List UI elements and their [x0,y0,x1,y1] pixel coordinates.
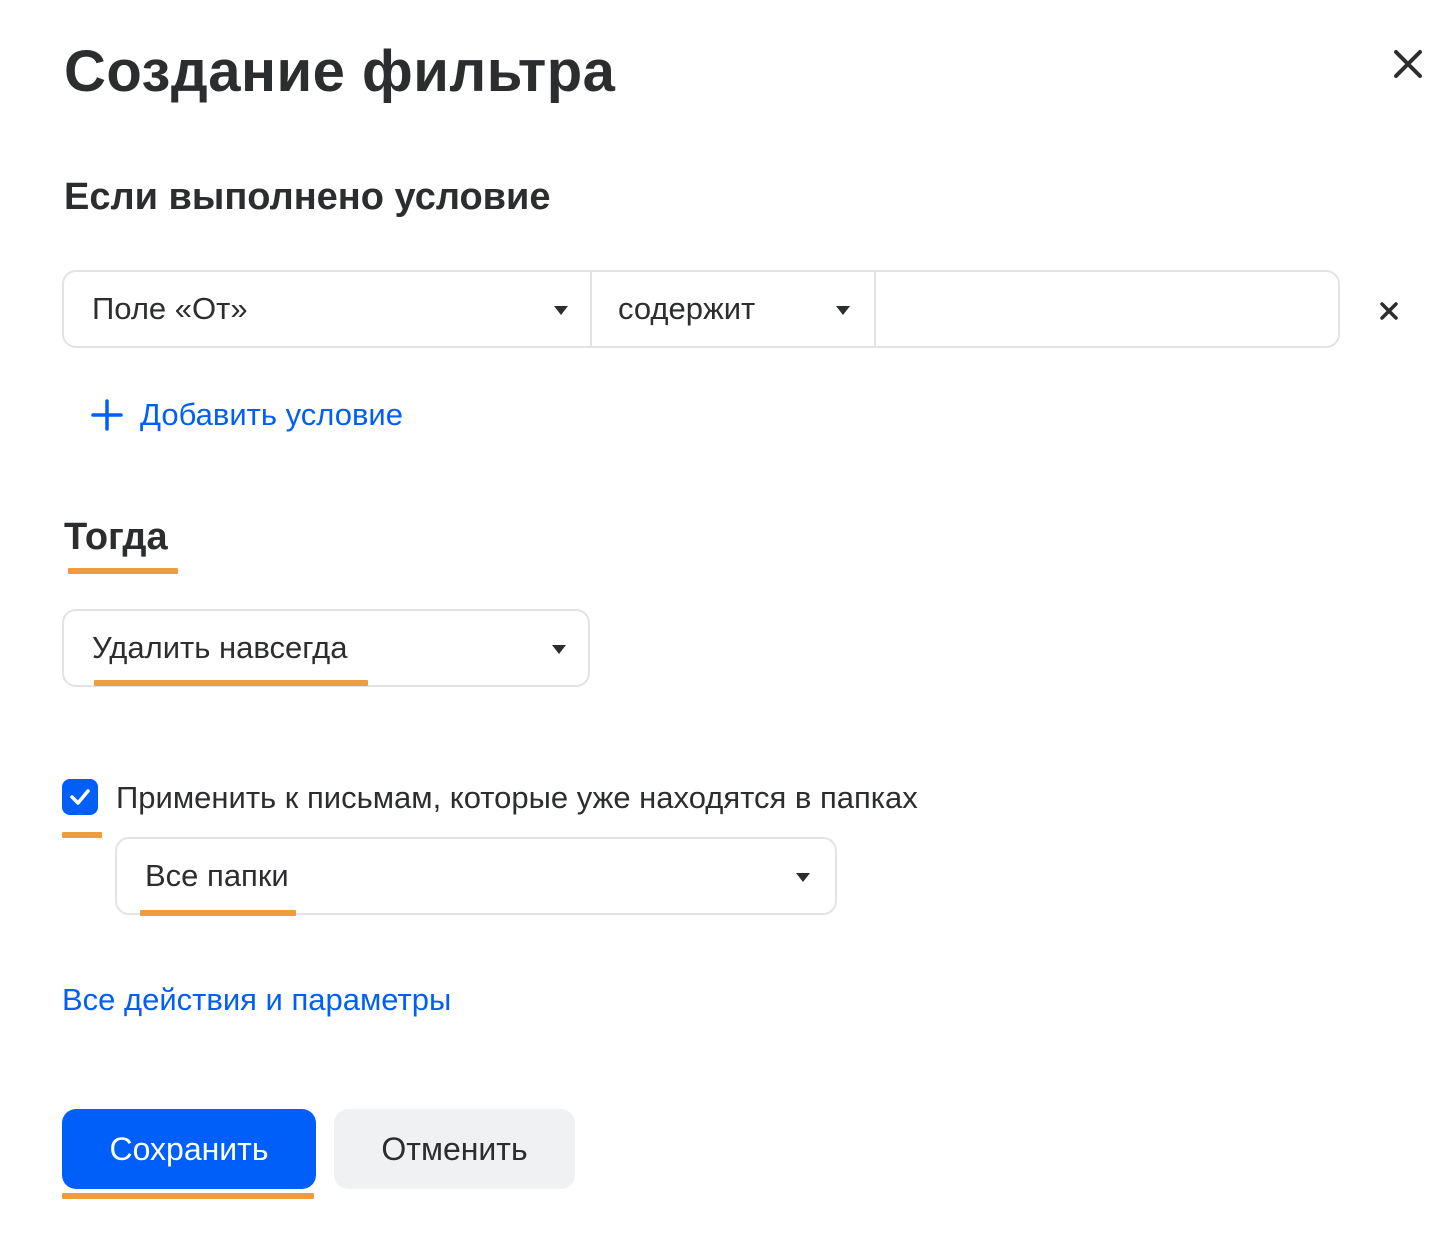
all-actions-link[interactable]: Все действия и параметры [62,980,451,1020]
condition-value-input[interactable] [876,272,1338,346]
save-button[interactable]: Сохранить [62,1109,316,1189]
chevron-down-icon [836,306,850,315]
close-icon[interactable] [1384,40,1432,88]
close-button[interactable] [1384,40,1432,88]
highlight-underline [140,910,296,916]
highlight-underline [62,1193,314,1199]
highlight-underline [62,832,102,838]
dialog-title: Создание фильтра [64,39,616,104]
highlight-underline [94,680,368,686]
highlight-underline [68,568,178,574]
apply-existing-checkbox[interactable] [62,779,98,815]
condition-field-select[interactable]: Поле «От» [64,272,592,346]
actions-heading: Тогда [64,516,168,558]
condition-value-cell [876,272,1338,346]
add-condition-button[interactable]: Добавить условие [88,390,403,440]
checkmark-icon [70,789,90,805]
conditions-heading: Если выполнено условие [64,176,551,218]
cancel-button[interactable]: Отменить [334,1109,575,1189]
chevron-down-icon [552,645,566,654]
folder-select-value: Все папки [145,858,289,893]
chevron-down-icon [554,306,568,315]
plus-icon [91,399,123,431]
chevron-down-icon [796,873,810,882]
condition-operator-value: содержит [618,291,756,326]
close-small-icon[interactable] [1374,296,1404,326]
add-condition-label: Добавить условие [140,397,403,432]
condition-field-value: Поле «От» [92,291,248,326]
remove-condition-button[interactable] [1374,296,1404,326]
condition-row: Поле «От» содержит [62,270,1340,348]
apply-existing-label[interactable]: Применить к письмам, которые уже находят… [116,778,918,818]
condition-operator-select[interactable]: содержит [592,272,876,346]
folder-select[interactable]: Все папки [115,837,837,915]
action-select[interactable]: Удалить навсегда [62,609,590,687]
action-select-value: Удалить навсегда [92,630,348,665]
